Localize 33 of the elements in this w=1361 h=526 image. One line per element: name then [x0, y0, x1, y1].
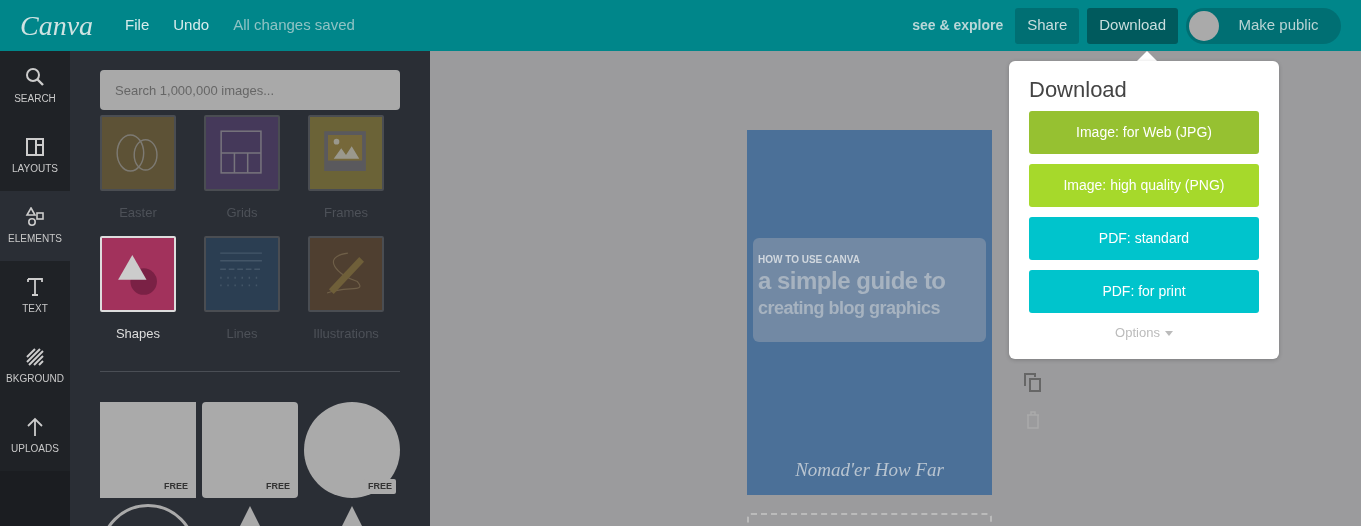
- search-icon: [25, 66, 45, 87]
- save-status: All changes saved: [233, 15, 355, 36]
- download-option[interactable]: PDF: standard: [1029, 217, 1259, 261]
- shapes-icon: [25, 206, 45, 227]
- toolbar-button[interactable]: Share: [1015, 7, 1080, 44]
- caret-icon: [1164, 330, 1173, 336]
- sidebar-tab[interactable]: BKGROUND: [0, 331, 70, 401]
- toolbar-button[interactable]: Download: [1087, 7, 1178, 44]
- menu-item[interactable]: File: [125, 14, 150, 37]
- sidebar-tab[interactable]: TEXT: [0, 261, 70, 331]
- make-public-toggle[interactable]: Make public: [1186, 7, 1341, 44]
- text-icon: [25, 276, 45, 297]
- design-kicker: HOW TO USE CANVA: [758, 253, 861, 267]
- sidebar-tab[interactable]: LAYOUTS: [0, 121, 70, 191]
- sidebar-tab[interactable]: UPLOADS: [0, 401, 70, 471]
- download-option[interactable]: Image: for Web (JPG): [1029, 111, 1259, 155]
- design-signature: Nomad'er How Far: [794, 458, 945, 482]
- sidebar-tab[interactable]: SEARCH: [0, 51, 70, 121]
- upload-icon: [25, 416, 45, 437]
- popover-title: Download: [1029, 77, 1128, 104]
- sidebar-tab[interactable]: ELEMENTS: [0, 191, 70, 261]
- options-toggle[interactable]: Options: [1115, 323, 1173, 343]
- category-tile[interactable]: Shapes: [100, 236, 204, 343]
- logo[interactable]: Canva: [20, 4, 94, 47]
- square-shape[interactable]: FREE: [100, 402, 196, 498]
- layout-icon: [25, 136, 45, 157]
- menu-item[interactable]: Undo: [173, 14, 210, 37]
- circle-shape[interactable]: FREE: [304, 402, 400, 498]
- stripes-icon: [25, 346, 45, 367]
- search-field[interactable]: Search 1,000,000 images...: [100, 70, 400, 110]
- download-option[interactable]: PDF: for print: [1029, 270, 1259, 314]
- square-shape[interactable]: FREE: [202, 402, 298, 498]
- explore-link[interactable]: see & explore: [912, 15, 1004, 36]
